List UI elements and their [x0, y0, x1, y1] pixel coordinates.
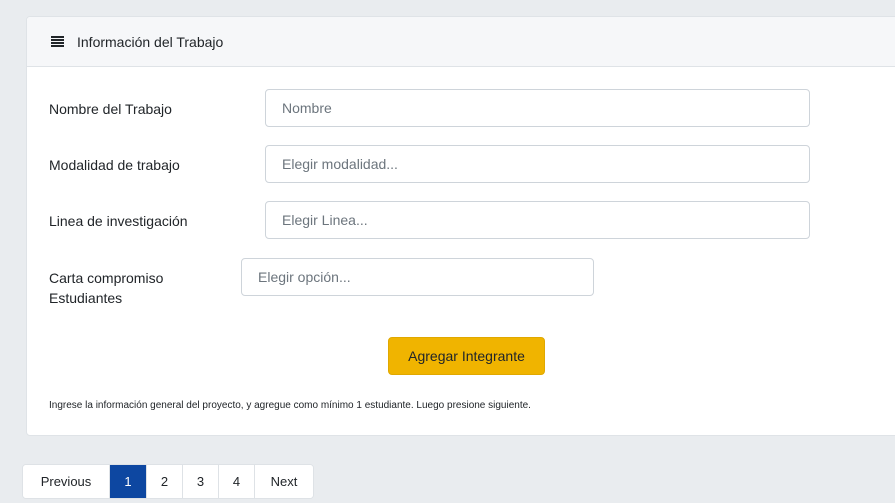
nombre-label: Nombre del Trabajo: [49, 101, 172, 117]
carta-label-line2: Estudiantes: [49, 290, 123, 306]
carta-label: Carta compromiso Estudiantes: [49, 268, 163, 308]
nombre-input[interactable]: [265, 89, 810, 127]
linea-placeholder: Elegir Linea...: [282, 212, 368, 228]
linea-select[interactable]: Elegir Linea...: [265, 201, 810, 239]
card-title: Información del Trabajo: [77, 33, 224, 50]
card-header: Información del Trabajo: [27, 17, 895, 67]
pagination-next[interactable]: Next: [255, 465, 313, 498]
linea-label: Linea de investigación: [49, 213, 188, 229]
add-member-button[interactable]: Agregar Integrante: [388, 337, 545, 375]
page-2-link[interactable]: 2: [147, 465, 183, 498]
list-icon: [51, 36, 64, 47]
modalidad-select[interactable]: Elegir modalidad...: [265, 145, 810, 183]
modalidad-label: Modalidad de trabajo: [49, 157, 180, 173]
pagination-previous[interactable]: Previous: [23, 465, 110, 498]
carta-select[interactable]: Elegir opción...: [241, 258, 594, 296]
help-text: Ingrese la información general del proye…: [49, 400, 531, 411]
pagination: Previous 1 2 3 4 Next: [22, 464, 314, 499]
page-1-link[interactable]: 1: [110, 465, 147, 498]
work-info-card: Información del Trabajo Nombre del Traba…: [26, 16, 895, 436]
carta-label-line1: Carta compromiso: [49, 270, 164, 286]
page-4-link[interactable]: 4: [219, 465, 255, 498]
carta-placeholder: Elegir opción...: [258, 269, 351, 285]
modalidad-placeholder: Elegir modalidad...: [282, 156, 398, 172]
page-3-link[interactable]: 3: [183, 465, 219, 498]
